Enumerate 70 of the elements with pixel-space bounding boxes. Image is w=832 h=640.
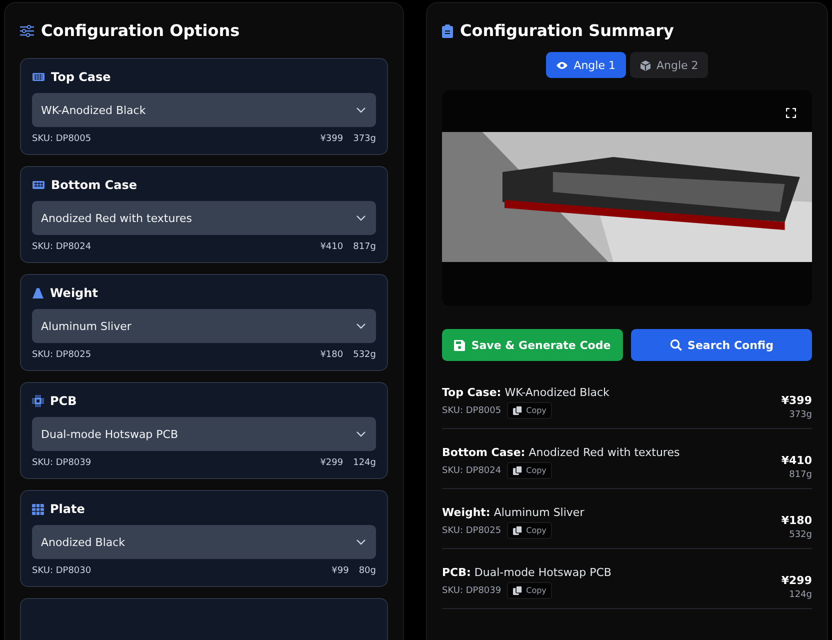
weight-text: 532g [788,530,812,540]
price-text: ¥299 [781,574,812,587]
copy-icon [513,406,522,415]
view-tab[interactable]: Angle 1 [546,52,626,78]
sku-text: SKU: DP8039 [32,458,92,468]
price-text: ¥399 [320,134,344,144]
price-text: ¥399 [781,394,812,407]
option-dropdown[interactable]: Anodized Red with textures [32,201,376,235]
weight-text: 532g [353,350,376,360]
copy-icon [513,586,522,595]
option-label: PCB [50,394,77,408]
panel-title: Configuration Options [41,21,240,40]
chevron-down-icon [356,107,366,113]
eye-icon [556,60,568,70]
price-text: ¥410 [781,454,812,467]
copy-icon [513,526,522,535]
sku-text: SKU: DP8024 [32,242,92,252]
option-label: Top Case [51,70,111,84]
weight-text: 817g [788,470,812,480]
chevron-down-icon [356,323,366,329]
keyboard-icon [32,72,45,82]
option-label: Plate [50,502,85,516]
panel-title: Configuration Summary [460,21,674,40]
chevron-down-icon [356,539,366,545]
weight-text: 124g [353,458,376,468]
price-text: ¥180 [320,350,344,360]
price-text: ¥180 [781,514,812,527]
weight-icon [32,287,44,299]
search-icon [670,339,682,351]
option-dropdown[interactable]: Aluminum Sliver [32,309,376,343]
copy-button[interactable]: Copy [507,522,552,539]
summary-item-text: Bottom Case: Anodized Red with textures [442,446,680,459]
chevron-down-icon [356,215,366,221]
grid-icon [32,504,44,514]
sku-text: SKU: DP8039 [442,586,502,596]
sku-text: SKU: DP8005 [442,406,502,416]
option-dropdown[interactable]: Anodized Black [32,525,376,559]
keyboard-icon [32,180,45,190]
sku-text: SKU: DP8030 [32,566,92,576]
sku-text: SKU: DP8025 [442,526,502,536]
option-label: Bottom Case [51,178,137,192]
cube-icon [640,60,650,70]
sku-text: SKU: DP8025 [32,350,92,360]
weight-text: 373g [353,134,376,144]
price-text: ¥99 [332,566,349,576]
search-button[interactable]: Search Config [631,329,812,361]
option-dropdown[interactable]: Dual-mode Hotswap PCB [32,417,376,451]
sku-text: SKU: DP8024 [442,466,502,476]
price-text: ¥410 [320,242,344,252]
view-tab[interactable]: Angle 2 [630,52,708,78]
expand-icon [786,108,796,118]
weight-text: 817g [353,242,376,252]
weight-text: 80g [358,566,376,576]
sliders-icon [20,24,34,36]
weight-text: 373g [788,410,812,420]
sku-text: SKU: DP8005 [32,134,92,144]
option-dropdown[interactable]: WK-Anodized Black [32,93,376,127]
copy-button[interactable]: Copy [507,462,552,479]
summary-item-text: PCB: Dual-mode Hotswap PCB [442,566,612,579]
chip-icon [32,395,44,407]
price-text: ¥299 [320,458,344,468]
copy-icon [513,466,522,475]
clipboard-icon [442,24,453,38]
copy-button[interactable]: Copy [507,402,552,419]
chevron-down-icon [356,431,366,437]
option-label: Weight [50,286,98,300]
weight-text: 124g [788,590,812,600]
summary-item-text: Weight: Aluminum Sliver [442,506,584,519]
summary-item-text: Top Case: WK-Anodized Black [442,386,610,399]
copy-button[interactable]: Copy [507,582,552,599]
